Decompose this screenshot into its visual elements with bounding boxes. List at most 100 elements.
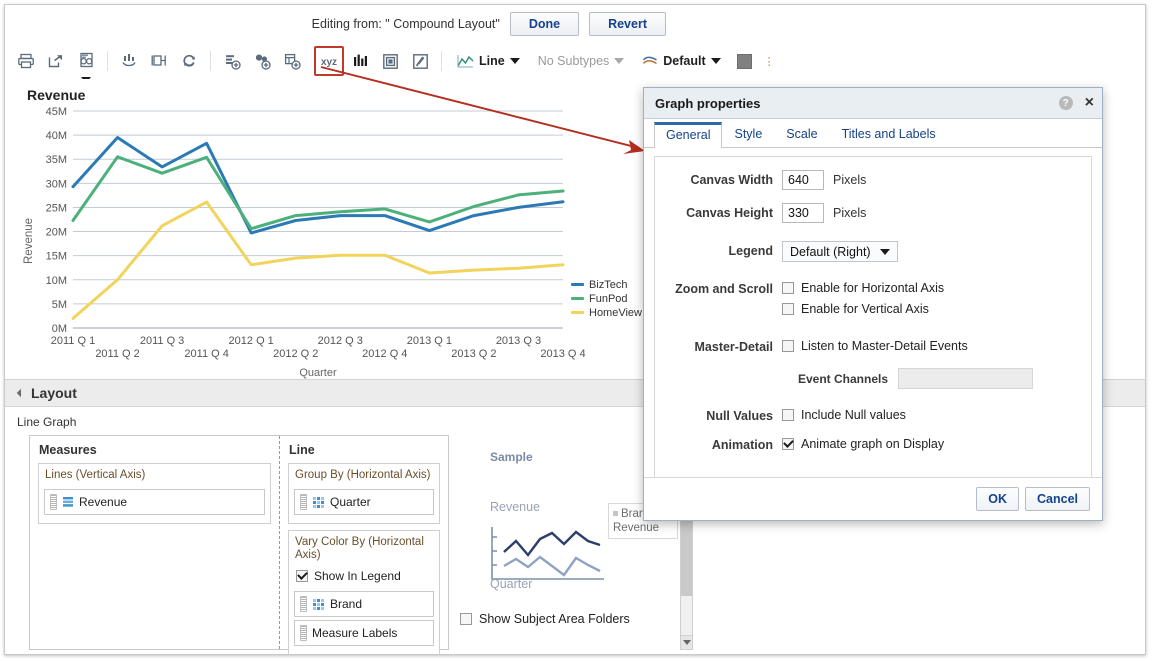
graph-type-dropdown[interactable]: Line	[450, 51, 527, 71]
drop-zone-lines-vertical-axis[interactable]: Lines (Vertical Axis) Revenue	[38, 463, 271, 524]
y-axis-tick-label: 35M	[46, 154, 67, 166]
zoom-vertical-row[interactable]: Enable for Vertical Axis	[782, 300, 944, 318]
add-calculated-item-icon[interactable]	[278, 47, 306, 75]
drag-handle-icon[interactable]	[300, 494, 307, 510]
series-line-biztech	[71, 136, 565, 235]
drop-zone-title: Lines (Vertical Axis)	[45, 469, 146, 481]
rename-view-icon[interactable]	[145, 47, 173, 75]
done-button[interactable]: Done	[509, 12, 580, 36]
cancel-button[interactable]: Cancel	[1025, 487, 1090, 511]
axis-scale-icon[interactable]	[346, 47, 374, 75]
edit-bar: Editing from: " Compound Layout" Done Re…	[5, 5, 1145, 43]
chevron-down-icon[interactable]	[710, 58, 721, 64]
color-swatch-button[interactable]	[731, 47, 759, 75]
sample-title: Sample	[490, 450, 533, 464]
help-icon[interactable]: ?	[1058, 96, 1073, 110]
dialog-title-bar: Graph properties ? ×	[644, 88, 1102, 119]
x-axis-tick-label: 2011 Q 2	[95, 348, 139, 360]
editing-from-label: Editing from: " Compound Layout"	[311, 17, 500, 31]
close-icon[interactable]: ×	[1085, 95, 1094, 111]
animate-graph-label: Animate graph on Display	[801, 437, 945, 451]
show-in-legend-checkbox[interactable]	[296, 570, 308, 582]
chevron-down-icon[interactable]	[879, 248, 890, 255]
zoom-horizontal-label: Enable for Horizontal Axis	[801, 281, 945, 295]
layout-chip-brand[interactable]: Brand	[294, 591, 434, 617]
sample-x-label: Quarter	[490, 577, 533, 591]
x-axis-tick-label: 2011 Q 3	[140, 335, 184, 347]
show-subject-area-folders-checkbox[interactable]	[460, 613, 472, 625]
canvas-height-label: Canvas Height	[686, 206, 773, 220]
layout-chip-revenue[interactable]: Revenue	[44, 489, 265, 515]
y-axis-tick-label: 45M	[46, 106, 67, 118]
drop-zone-title: Group By (Horizontal Axis)	[295, 469, 431, 481]
toolbar-divider	[107, 51, 108, 71]
include-null-values-checkbox[interactable]	[782, 409, 794, 421]
legend-item-biztech[interactable]: BizTech	[571, 278, 642, 291]
layout-chip-quarter[interactable]: Quarter	[294, 489, 434, 515]
canvas-width-input[interactable]	[782, 170, 824, 190]
subtype-dropdown[interactable]: No Subtypes	[531, 51, 632, 71]
field-animation: Animation Animate graph on Display	[655, 435, 1091, 456]
drag-handle-icon[interactable]	[50, 494, 57, 510]
listen-master-detail-row[interactable]: Listen to Master-Detail Events	[782, 337, 1033, 355]
graph-properties-icon[interactable]: xyz	[314, 46, 344, 76]
drag-handle-icon[interactable]	[300, 625, 307, 641]
tab-scale[interactable]: Scale	[774, 121, 829, 147]
legend-item-funpod[interactable]: FunPod	[571, 292, 642, 305]
edit-formula-icon[interactable]	[115, 47, 143, 75]
tab-style[interactable]: Style	[722, 121, 774, 147]
collapse-triangle-icon[interactable]	[16, 388, 26, 398]
x-axis-tick-label: 2012 Q 4	[362, 348, 407, 360]
canvas-height-units: Pixels	[833, 206, 867, 220]
drop-zone-vary-color-by[interactable]: Vary Color By (Horizontal Axis) Show In …	[288, 530, 440, 654]
x-axis-tick-label: 2012 Q 2	[273, 348, 318, 360]
layout-column-measures: Measures Lines (Vertical Axis) Revenue	[30, 436, 280, 649]
animate-graph-checkbox[interactable]	[782, 438, 794, 450]
canvas-height-input[interactable]	[782, 203, 824, 223]
listen-master-detail-checkbox[interactable]	[782, 340, 794, 352]
style-icon[interactable]	[406, 47, 434, 75]
tab-titles-and-labels[interactable]: Titles and Labels	[830, 121, 948, 147]
layout-chip-measure-labels[interactable]: Measure Labels	[294, 620, 434, 646]
measure-icon	[63, 496, 73, 507]
field-canvas-width: Canvas Width Pixels	[655, 170, 1091, 190]
preview-report-icon[interactable]	[72, 47, 100, 83]
page-layout-icon[interactable]	[376, 47, 404, 75]
x-axis-tick-label: 2011 Q 4	[184, 348, 228, 360]
x-axis-tick-label: 2013 Q 2	[451, 348, 496, 360]
drop-zone-group-by-horizontal-axis[interactable]: Group By (Horizontal Axis) Quarter	[288, 463, 440, 524]
chip-label: Brand	[330, 597, 363, 611]
svg-text:xyz: xyz	[321, 57, 337, 68]
add-measure-icon[interactable]	[218, 47, 246, 75]
toolbar-overflow-dots[interactable]: ⋮	[764, 55, 776, 68]
drag-handle-icon[interactable]	[300, 596, 307, 612]
event-channels-input[interactable]	[898, 368, 1034, 389]
show-in-legend-row[interactable]: Show In Legend	[289, 566, 439, 588]
print-icon[interactable]	[12, 47, 40, 75]
include-null-values-row[interactable]: Include Null values	[782, 406, 906, 424]
show-in-legend-label: Show In Legend	[314, 569, 401, 583]
tab-general[interactable]: General	[654, 122, 723, 148]
export-icon[interactable]	[42, 47, 70, 75]
add-group-icon[interactable]	[248, 47, 276, 75]
zoom-vertical-checkbox[interactable]	[782, 303, 794, 315]
ok-button[interactable]: OK	[976, 487, 1019, 511]
legend-select[interactable]: Default (Right)	[782, 241, 898, 262]
zoom-horizontal-row[interactable]: Enable for Horizontal Axis	[782, 279, 944, 297]
color-swatch	[737, 53, 753, 69]
dimension-icon	[313, 598, 324, 610]
style-dropdown[interactable]: Default	[635, 51, 727, 71]
chip-label: Measure Labels	[312, 626, 398, 640]
animate-graph-row[interactable]: Animate graph on Display	[782, 435, 944, 453]
field-null-values: Null Values Include Null values	[655, 406, 1091, 427]
show-subject-area-folders-row[interactable]: Show Subject Area Folders	[460, 612, 630, 626]
refresh-icon[interactable]	[175, 47, 203, 75]
field-master-detail: Master-Detail Listen to Master-Detail Ev…	[655, 337, 1091, 389]
revert-button[interactable]: Revert	[589, 12, 666, 36]
chevron-down-icon[interactable]	[614, 58, 625, 64]
legend-swatch	[571, 311, 584, 314]
legend-item-homeview[interactable]: HomeView	[571, 306, 642, 319]
layout-drop-areas: Measures Lines (Vertical Axis) Revenue L…	[29, 435, 449, 654]
zoom-horizontal-checkbox[interactable]	[782, 282, 794, 294]
chevron-down-icon[interactable]	[509, 58, 520, 64]
